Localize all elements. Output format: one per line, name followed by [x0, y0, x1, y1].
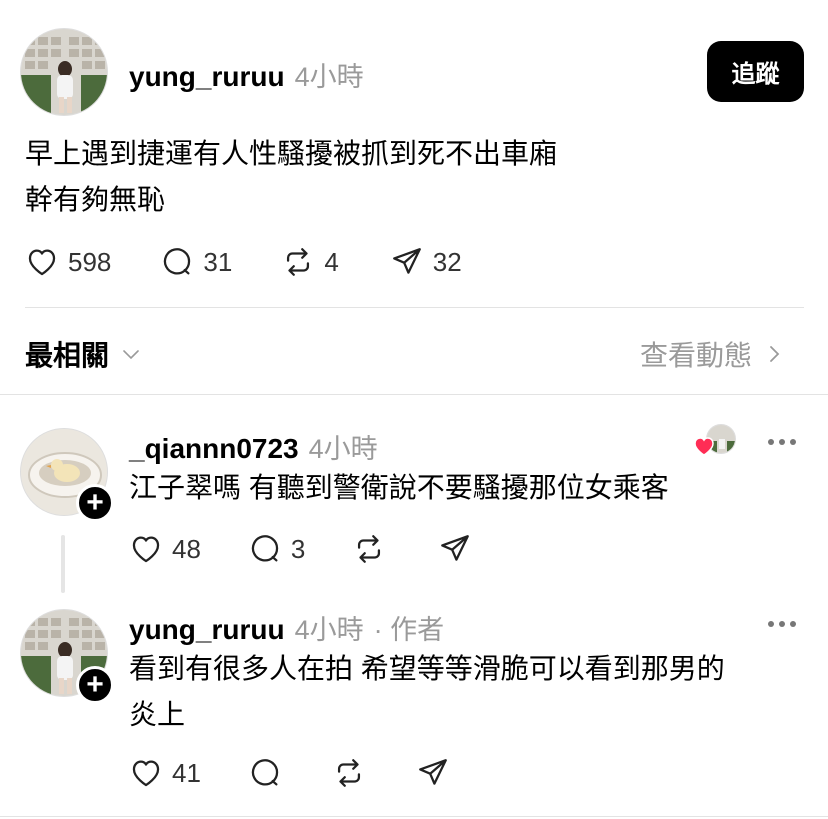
plus-icon: +	[86, 486, 104, 519]
reply-header: _qiannn0723 4小時	[129, 427, 378, 466]
author-reply-comment-button[interactable]	[247, 756, 283, 790]
post-divider	[25, 307, 804, 308]
heart-icon	[28, 249, 56, 276]
send-icon	[441, 535, 470, 561]
author-reply-like-count: 41	[172, 757, 201, 788]
chevron-down-icon	[123, 350, 139, 360]
send-icon	[392, 248, 421, 274]
follow-button[interactable]: 追蹤	[707, 41, 804, 102]
reply-comment-button[interactable]: 3	[247, 532, 305, 566]
view-activity-link[interactable]: 查看動態	[640, 334, 786, 374]
more-icon	[768, 621, 774, 627]
author-reply-header: yung_ruruu 4小時 · 作者	[129, 608, 444, 647]
sort-dropdown[interactable]: 最相關	[25, 334, 143, 374]
heart-icon	[132, 536, 160, 563]
author-reply-line-1: 看到有很多人在拍 希望等等滑脆可以看到那男的	[129, 653, 725, 684]
like-count: 598	[68, 246, 112, 277]
post-header: yung_ruruu 4小時	[129, 55, 364, 94]
reply-actions: 48 3	[128, 531, 473, 567]
reply-comment-count: 3	[290, 533, 306, 564]
repost-icon	[358, 535, 381, 563]
comment-button[interactable]: 31	[159, 245, 232, 279]
reply-share-button[interactable]	[437, 532, 473, 566]
author-reply-like-button[interactable]: 41	[128, 756, 201, 790]
more-options-button-2[interactable]	[768, 621, 796, 627]
author-reply-repost-button[interactable]	[331, 756, 367, 790]
comment-icon	[251, 535, 279, 562]
author-reply-username[interactable]: yung_ruruu	[129, 614, 285, 646]
comment-icon	[251, 759, 279, 786]
plus-icon: +	[86, 668, 104, 701]
post-text-line-1: 早上遇到捷運有人性騷擾被抓到死不出車廂	[25, 138, 558, 169]
reply-text: 江子翠嗎 有聽到警衛說不要騷擾那位女乘客	[129, 472, 669, 503]
like-button[interactable]: 598	[24, 245, 111, 279]
repost-icon	[337, 759, 360, 787]
post-actions: 598 31 4 32	[24, 244, 462, 280]
follow-plus-button-2[interactable]: +	[76, 666, 114, 704]
chevron-right-icon	[770, 346, 780, 362]
repost-icon	[287, 248, 310, 276]
section-divider	[0, 394, 828, 395]
repost-count: 4	[324, 246, 339, 277]
author-reply-time: 4小時	[294, 615, 364, 645]
author-tag: · 作者	[373, 615, 445, 645]
heart-icon	[694, 437, 714, 456]
follow-plus-button[interactable]: +	[76, 484, 114, 522]
repost-button[interactable]: 4	[280, 245, 339, 279]
author-reply-line-2: 炎上	[129, 699, 186, 730]
reply-like-count: 48	[172, 533, 201, 564]
comment-icon	[164, 248, 191, 275]
reply-repost-button[interactable]	[351, 532, 387, 566]
sort-label: 最相關	[25, 340, 110, 371]
author-reply-actions: 41	[128, 755, 451, 791]
reply-like-button[interactable]: 48	[128, 532, 201, 566]
reply-time: 4小時	[308, 434, 378, 464]
more-options-button[interactable]	[768, 439, 796, 445]
author-liked-badge	[692, 424, 738, 458]
view-activity-label: 查看動態	[640, 340, 753, 371]
heart-icon	[132, 760, 160, 787]
post-avatar[interactable]	[20, 28, 108, 116]
share-count: 32	[432, 246, 462, 277]
post-body: 早上遇到捷運有人性騷擾被抓到死不出車廂 幹有夠無恥	[25, 131, 805, 223]
post-time: 4小時	[294, 62, 364, 92]
author-reply-share-button[interactable]	[415, 756, 451, 790]
post-text-line-2: 幹有夠無恥	[25, 184, 166, 215]
reply-username[interactable]: _qiannn0723	[129, 433, 299, 465]
bottom-divider	[0, 816, 828, 817]
send-icon	[419, 759, 447, 785]
share-button[interactable]: 32	[389, 245, 462, 279]
author-reply-body: 看到有很多人在拍 希望等等滑脆可以看到那男的 炎上	[129, 646, 809, 738]
thread-line	[61, 535, 65, 593]
more-icon	[768, 439, 774, 445]
post-username[interactable]: yung_ruruu	[129, 61, 285, 93]
comment-count: 31	[203, 246, 233, 277]
